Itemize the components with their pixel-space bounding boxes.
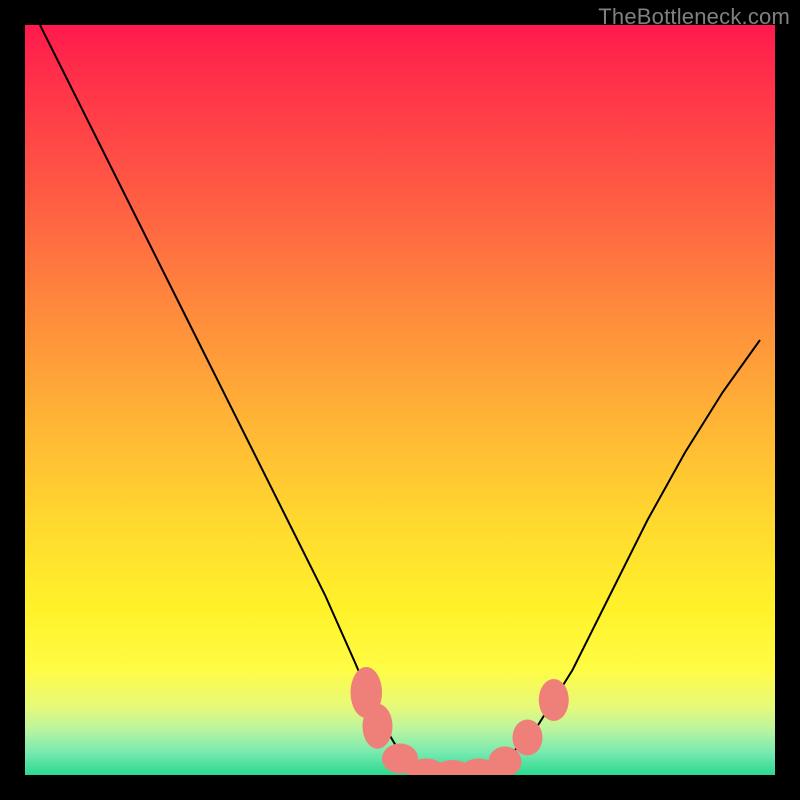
chart-svg (25, 25, 775, 775)
bottleneck-curve (40, 25, 760, 775)
curve-marker (539, 679, 569, 721)
watermark-text: TheBottleneck.com (598, 4, 790, 30)
curve-marker (489, 747, 522, 776)
plot-area (25, 25, 775, 775)
curve-marker (513, 720, 543, 756)
curve-markers (351, 667, 569, 775)
curve-marker (363, 704, 393, 749)
chart-container: TheBottleneck.com (0, 0, 800, 800)
curve-path (40, 25, 760, 775)
